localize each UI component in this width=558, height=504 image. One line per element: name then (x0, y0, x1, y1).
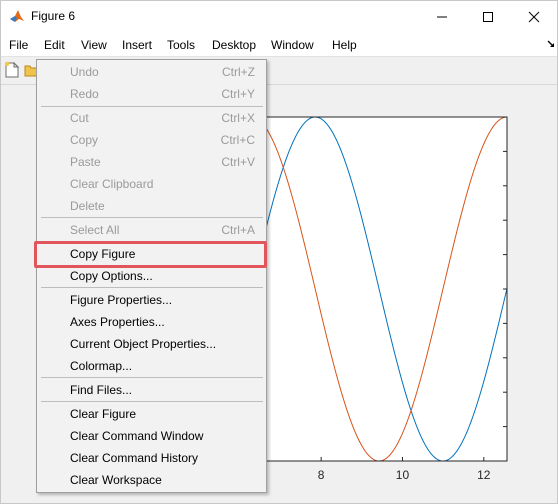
menu-item-label: Clear Command Window (70, 429, 204, 443)
menu-item-clear-clipboard: Clear Clipboard (37, 173, 266, 195)
menu-item-label: Copy (70, 133, 99, 147)
menu-item-shortcut: Ctrl+Y (221, 87, 255, 101)
menu-help[interactable]: Help (332, 38, 357, 52)
menu-item-label: Axes Properties... (70, 315, 165, 329)
menu-item-clear-command-window[interactable]: Clear Command Window (37, 425, 266, 447)
menu-item-label: Clear Clipboard (70, 177, 154, 191)
x-tick-label: 10 (396, 468, 410, 482)
menu-item-label: Clear Command History (70, 451, 199, 465)
menu-item-colormap[interactable]: Colormap... (37, 355, 266, 377)
menu-item-redo: Redo Ctrl+Y (37, 83, 266, 105)
close-button[interactable] (511, 1, 557, 33)
menu-item-label: Clear Figure (70, 407, 137, 421)
menu-item-label: Copy Options... (70, 269, 153, 283)
copy-figure-highlight (34, 241, 267, 268)
menu-tools[interactable]: Tools (167, 38, 195, 52)
menu-edit[interactable]: Edit (44, 38, 65, 52)
menu-insert[interactable]: Insert (122, 38, 152, 52)
menu-item-current-object-properties[interactable]: Current Object Properties... (37, 333, 266, 355)
menu-item-shortcut: Ctrl+C (220, 133, 255, 147)
menu-item-label: Undo (70, 65, 99, 79)
x-tick-label: 12 (477, 468, 491, 482)
menu-item-label: Clear Workspace (70, 473, 162, 487)
menu-file[interactable]: File (9, 38, 28, 52)
menu-separator (41, 377, 263, 378)
menu-item-copy: Copy Ctrl+C (37, 129, 266, 151)
menu-item-label: Delete (70, 199, 105, 213)
menu-item-find-files[interactable]: Find Files... (37, 379, 266, 401)
menu-item-clear-command-history[interactable]: Clear Command History (37, 447, 266, 469)
menu-item-select-all: Select All Ctrl+A (37, 219, 266, 241)
window-title: Figure 6 (31, 9, 76, 23)
new-figure-icon[interactable] (3, 61, 21, 79)
menu-item-label: Figure Properties... (70, 293, 173, 307)
figure-window: Figure 6 File Edit View Insert Tools Des… (0, 0, 558, 504)
x-tick-label: 8 (318, 468, 325, 482)
dock-arrow-icon[interactable] (547, 39, 555, 49)
close-icon (528, 11, 540, 23)
minimize-icon (437, 16, 447, 18)
menu-item-paste: Paste Ctrl+V (37, 151, 266, 173)
menu-item-shortcut: Ctrl+Z (222, 65, 255, 79)
menu-separator (41, 401, 263, 402)
matlab-icon (9, 8, 25, 24)
menu-item-delete: Delete (37, 195, 266, 217)
menu-item-clear-workspace[interactable]: Clear Workspace (37, 469, 266, 491)
maximize-button[interactable] (465, 1, 511, 33)
menu-item-shortcut: Ctrl+A (221, 223, 255, 237)
menu-item-label: Select All (70, 223, 120, 237)
menu-item-label: Paste (70, 155, 101, 169)
menu-item-shortcut: Ctrl+V (221, 155, 255, 169)
maximize-icon (483, 12, 493, 22)
menu-item-undo: Undo Ctrl+Z (37, 61, 266, 83)
menu-item-label: Redo (70, 87, 99, 101)
menu-separator (41, 287, 263, 288)
menu-item-label: Cut (70, 111, 89, 125)
title-bar: Figure 6 (1, 1, 557, 33)
menu-view[interactable]: View (81, 38, 107, 52)
menu-item-label: Current Object Properties... (70, 337, 217, 351)
menu-window[interactable]: Window (271, 38, 314, 52)
minimize-button[interactable] (419, 1, 465, 33)
edit-menu-dropdown: Undo Ctrl+Z Redo Ctrl+Y Cut Ctrl+X Copy … (36, 59, 267, 493)
menu-item-clear-figure[interactable]: Clear Figure (37, 403, 266, 425)
menu-item-label: Find Files... (70, 383, 133, 397)
menu-item-label: Colormap... (70, 359, 133, 373)
menu-item-axes-properties[interactable]: Axes Properties... (37, 311, 266, 333)
menu-bar: File Edit View Insert Tools Desktop Wind… (1, 33, 557, 57)
menu-item-figure-properties[interactable]: Figure Properties... (37, 289, 266, 311)
menu-item-cut: Cut Ctrl+X (37, 107, 266, 129)
menu-item-copy-options[interactable]: Copy Options... (37, 265, 266, 287)
menu-desktop[interactable]: Desktop (212, 38, 256, 52)
menu-item-shortcut: Ctrl+X (221, 111, 255, 125)
menu-separator (41, 217, 263, 218)
